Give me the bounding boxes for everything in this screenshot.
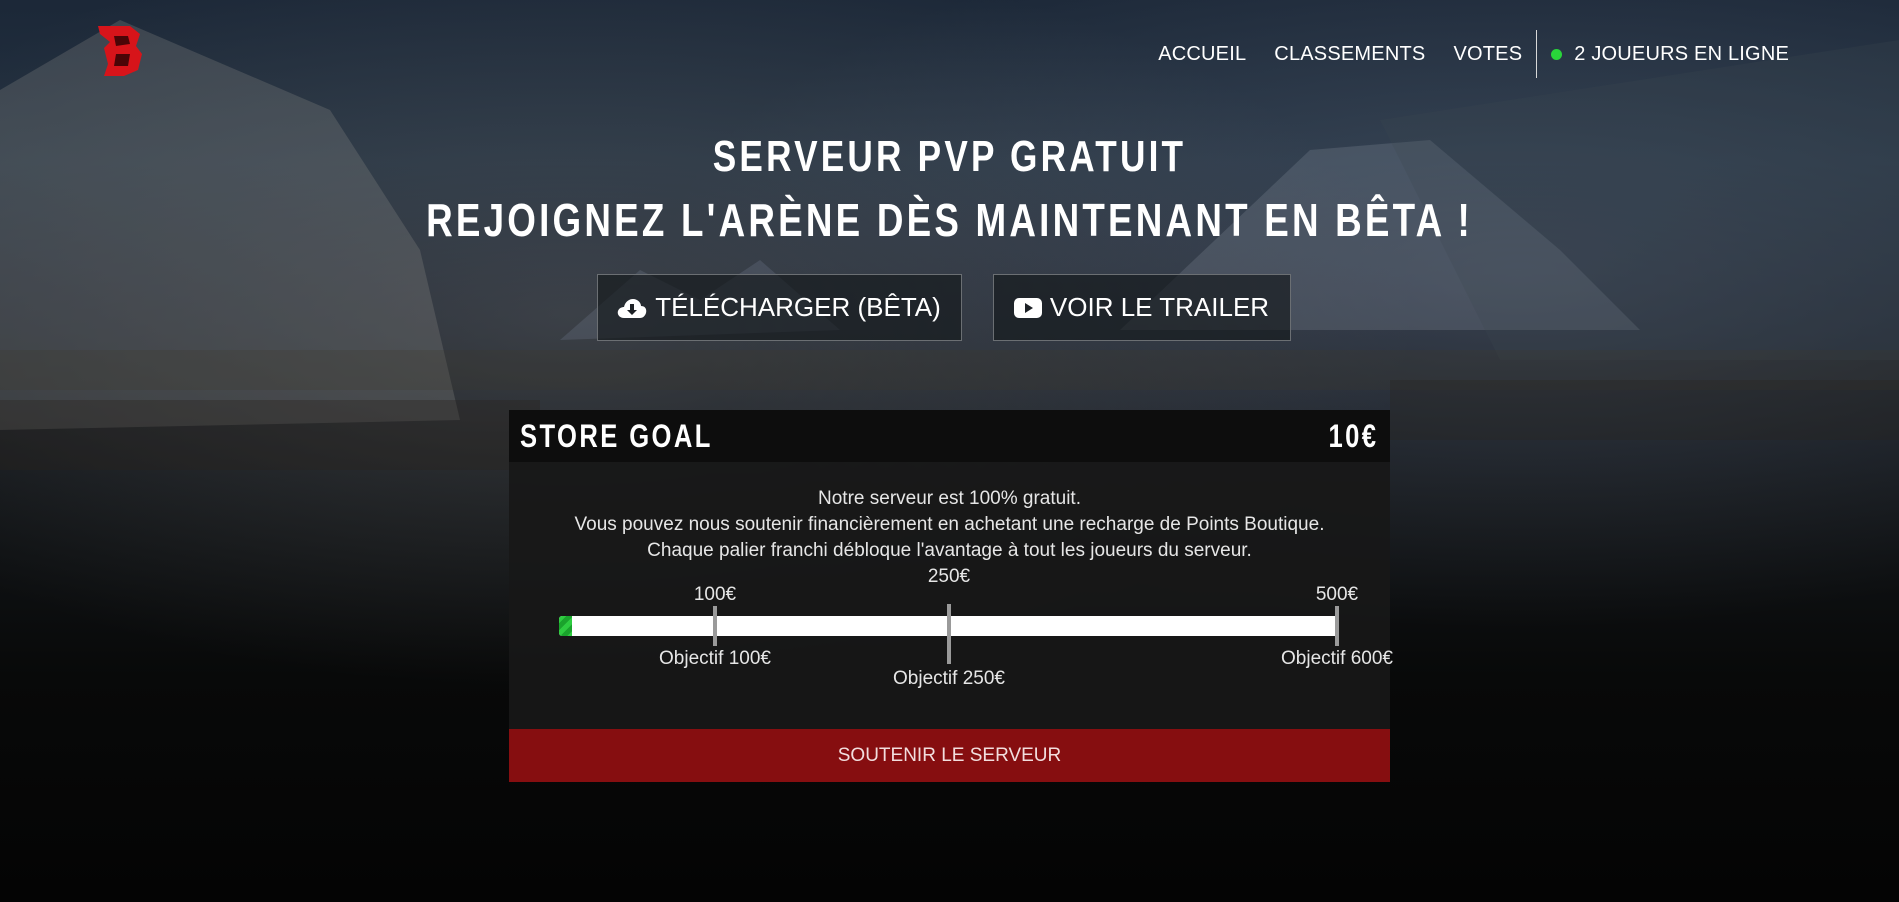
store-goal-title: STORE GOAL: [520, 417, 713, 454]
milestone-top-label: 250€: [927, 566, 971, 587]
hero: SERVEUR PVP GRATUIT REJOIGNEZ L'ARÈNE DÈ…: [0, 126, 1899, 252]
nav-accueil[interactable]: ACCUEIL: [1158, 43, 1246, 66]
trailer-button[interactable]: VOIR LE TRAILER: [992, 274, 1291, 341]
goal-text-line: Chaque palier franchi débloque l'avantag…: [647, 540, 1252, 561]
nav-classements[interactable]: CLASSEMENTS: [1274, 43, 1425, 66]
goal-text-line: Notre serveur est 100% gratuit.: [818, 488, 1081, 509]
youtube-icon: [1013, 297, 1042, 319]
milestone-top-label: 500€: [1315, 584, 1359, 605]
milestone-marker: [1335, 606, 1339, 646]
milestone-bottom-label: Objectif 100€: [659, 648, 771, 669]
logo[interactable]: [94, 22, 146, 78]
nav-votes[interactable]: VOTES: [1453, 43, 1522, 66]
milestone-marker: [947, 604, 951, 664]
hero-subtitle: REJOIGNEZ L'ARÈNE DÈS MAINTENANT EN BÊTA…: [426, 194, 1473, 246]
trailer-label: VOIR LE TRAILER: [1049, 292, 1270, 322]
support-server-button[interactable]: SOUTENIR LE SERVEUR: [509, 729, 1390, 782]
cloud-download-icon: [617, 296, 647, 320]
download-button[interactable]: TÉLÉCHARGER (BÊTA): [596, 274, 962, 341]
nav-divider: [1536, 30, 1538, 78]
goal-text-line: Vous pouvez nous soutenir financièrement…: [574, 514, 1325, 535]
store-goal-amount: 10€: [1328, 417, 1378, 454]
logo-icon: [98, 26, 142, 76]
hero-buttons: TÉLÉCHARGER (BÊTA) VOIR LE TRAILER: [0, 274, 1899, 341]
milestone-marker: [713, 606, 717, 646]
goal-progress: 100€ 250€ 500€ Objectif 100€ Objectif 25…: [559, 566, 1393, 720]
hero-title: SERVEUR PVP GRATUIT: [712, 132, 1187, 181]
online-count: 2 JOUEURS EN LIGNE: [1574, 42, 1789, 65]
store-goal-header: STORE GOAL 10€: [509, 410, 1390, 462]
store-goal-description: Notre serveur est 100% gratuit. Vous pou…: [509, 486, 1390, 564]
store-goal-panel: STORE GOAL 10€ Notre serveur est 100% gr…: [509, 410, 1393, 782]
milestone-top-label: 100€: [693, 584, 737, 605]
online-dot-icon: [1551, 48, 1563, 60]
online-status: 2 JOUEURS EN LIGNE: [1551, 43, 1789, 66]
milestone-bottom-label: Objectif 250€: [893, 668, 1005, 689]
milestone-bottom-label: Objectif 600€: [1281, 648, 1393, 669]
main-nav: ACCUEIL CLASSEMENTS VOTES 2 JOUEURS EN L…: [1130, 30, 1789, 78]
progress-fill: [559, 616, 573, 636]
download-label: TÉLÉCHARGER (BÊTA): [655, 292, 941, 322]
